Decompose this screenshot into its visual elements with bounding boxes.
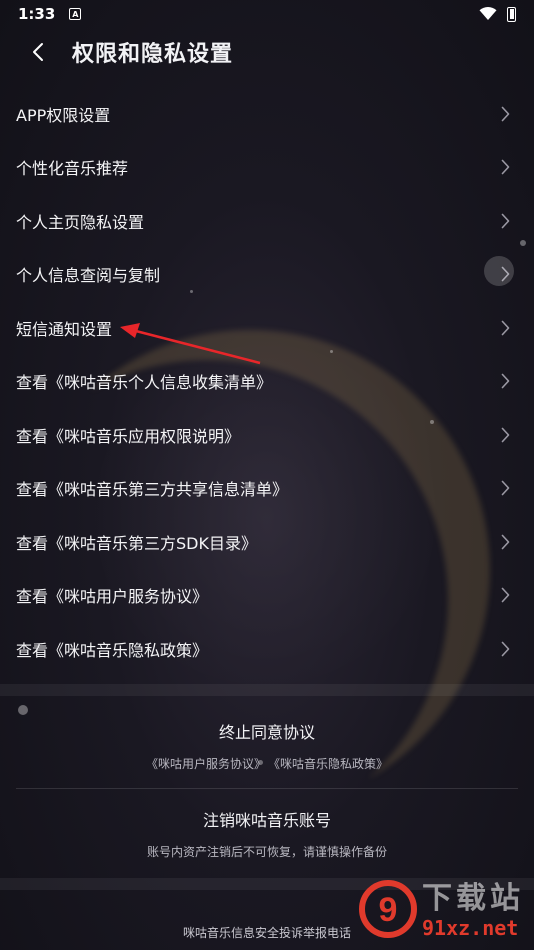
service-agreement-link[interactable]: 《咪咕用户服务协议》 — [146, 755, 266, 772]
divider-line — [16, 788, 518, 789]
menu-item-label: 查看《咪咕音乐第三方共享信息清单》 — [16, 480, 289, 500]
menu-item-label: APP权限设置 — [16, 105, 111, 125]
page-title: 权限和隐私设置 — [72, 42, 234, 67]
menu-item-label: 查看《咪咕音乐第三方SDK目录》 — [16, 533, 257, 553]
chevron-right-icon — [501, 427, 510, 443]
menu-item[interactable]: 查看《咪咕音乐隐私政策》 — [0, 622, 534, 676]
menu-item[interactable]: 查看《咪咕音乐个人信息收集清单》 — [0, 355, 534, 409]
header: 权限和隐私设置 — [0, 28, 534, 76]
cancel-account-note: 账号内资产注销后不可恢复，请谨慎操作备份 — [146, 844, 387, 859]
back-button[interactable] — [18, 32, 58, 72]
chevron-right-icon — [501, 320, 510, 336]
menu-item-label: 查看《咪咕音乐隐私政策》 — [16, 640, 209, 660]
status-icons — [479, 6, 516, 22]
status-bar: 1:33 A — [0, 0, 534, 28]
terminate-agreement-button[interactable]: 终止同意协议 — [219, 719, 315, 743]
menu-item-label: 查看《咪咕用户服务协议》 — [16, 587, 209, 607]
wifi-icon — [479, 7, 497, 20]
cancel-account-button[interactable]: 注销咪咕音乐账号 — [203, 807, 331, 831]
floating-bubble — [484, 256, 514, 286]
watermark-logo: 9 — [359, 880, 417, 938]
watermark-logo-glyph: 9 — [379, 891, 398, 929]
chevron-right-icon — [501, 480, 510, 496]
menu-item-label: 个人主页隐私设置 — [16, 212, 145, 232]
watermark-text: 下载站 91xz.net — [422, 881, 524, 941]
menu-item[interactable]: APP权限设置 — [0, 87, 534, 141]
watermark: 9 下载站 91xz.net — [358, 876, 530, 946]
chevron-left-icon — [33, 43, 43, 61]
agreement-links: 《咪咕用户服务协议》 《咪咕音乐隐私政策》 — [146, 755, 388, 772]
watermark-top: 下载站 — [422, 881, 524, 916]
chevron-right-icon — [501, 534, 510, 550]
watermark-bottom: 91xz.net — [422, 916, 519, 940]
notification-icon: A — [69, 8, 82, 20]
menu-item[interactable]: 查看《咪咕音乐第三方共享信息清单》 — [0, 462, 534, 516]
menu-item[interactable]: 短信通知设置 — [0, 301, 534, 355]
chevron-right-icon — [501, 587, 510, 603]
menu-item[interactable]: 个人信息查阅与复制 — [0, 248, 534, 302]
menu-item-label: 个人信息查阅与复制 — [16, 266, 161, 286]
menu-item[interactable]: 个性化音乐推荐 — [0, 141, 534, 195]
terminate-agreement-section: 终止同意协议 《咪咕用户服务协议》 《咪咕音乐隐私政策》 — [0, 702, 534, 788]
settings-menu: APP权限设置 个性化音乐推荐 个人主页隐私设置 个人信息查阅与复制 短信通知设置查看《… — [0, 87, 534, 676]
menu-item[interactable]: 查看《咪咕用户服务协议》 — [0, 569, 534, 623]
menu-item[interactable]: 个人主页隐私设置 — [0, 194, 534, 248]
chevron-right-icon — [501, 213, 510, 229]
menu-item[interactable]: 查看《咪咕音乐第三方SDK目录》 — [0, 515, 534, 569]
privacy-policy-link[interactable]: 《咪咕音乐隐私政策》 — [268, 755, 388, 772]
menu-item[interactable]: 查看《咪咕音乐应用权限说明》 — [0, 408, 534, 462]
chevron-right-icon — [501, 106, 510, 122]
status-time: 1:33 — [18, 5, 56, 23]
chevron-right-icon — [501, 641, 510, 657]
menu-item-label: 查看《咪咕音乐个人信息收集清单》 — [16, 373, 273, 393]
menu-item-label: 查看《咪咕音乐应用权限说明》 — [16, 426, 241, 446]
section-divider — [0, 684, 534, 696]
cancel-account-section: 注销咪咕音乐账号 账号内资产注销后不可恢复，请谨慎操作备份 — [0, 790, 534, 876]
chevron-right-icon — [501, 159, 510, 175]
battery-icon — [507, 6, 516, 22]
chevron-right-icon — [501, 373, 510, 389]
menu-item-label: 个性化音乐推荐 — [16, 159, 129, 179]
menu-item-label: 短信通知设置 — [16, 319, 113, 339]
